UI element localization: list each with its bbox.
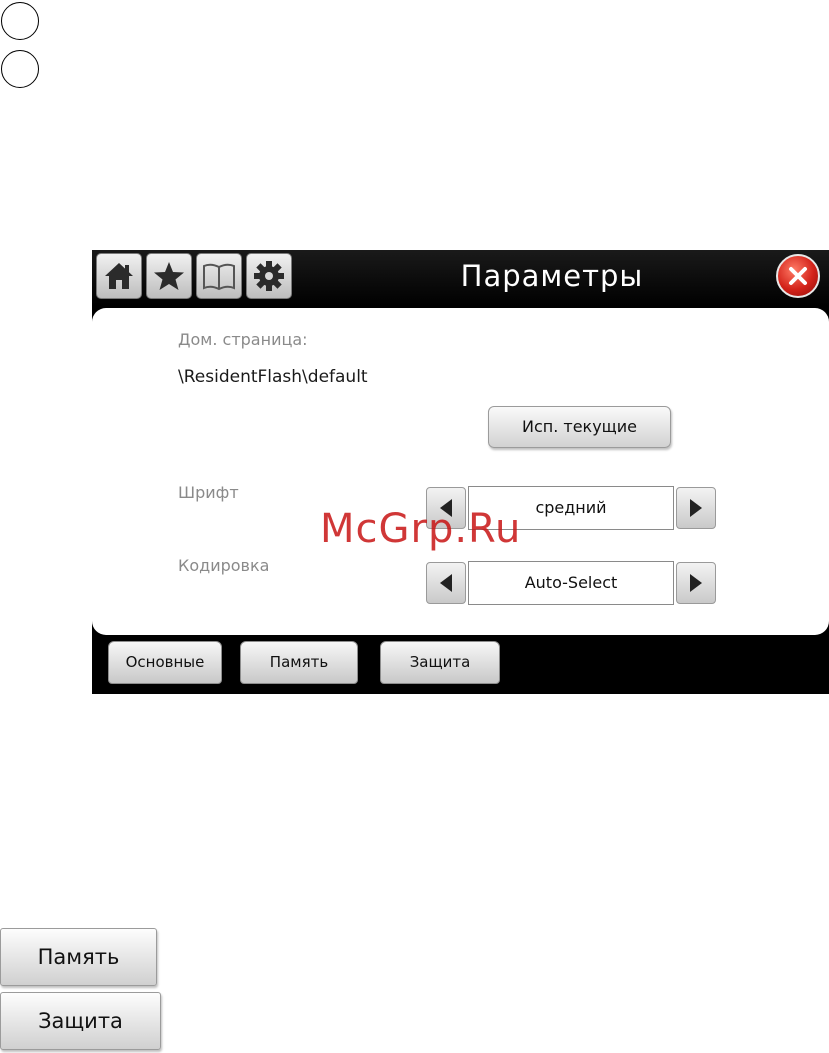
- security-button[interactable]: Защита: [0, 992, 161, 1050]
- gear-icon: [254, 261, 284, 291]
- font-next-button[interactable]: [676, 487, 716, 529]
- settings-window: Параметры Дом. страница: \ResidentFlash\…: [92, 250, 829, 694]
- close-button[interactable]: [776, 254, 820, 298]
- watermark: McGrp.Ru: [320, 506, 522, 552]
- arrow-left-icon: [440, 574, 452, 592]
- encoding-prev-button[interactable]: [426, 562, 466, 604]
- home-page-label: Дом. страница:: [178, 330, 308, 349]
- tab-memory[interactable]: Память: [240, 641, 358, 684]
- use-current-button[interactable]: Исп. текущие: [488, 406, 671, 448]
- encoding-next-button[interactable]: [676, 562, 716, 604]
- arrow-right-icon: [690, 574, 702, 592]
- font-label: Шрифт: [178, 483, 239, 502]
- bookmarks-button[interactable]: [196, 253, 242, 299]
- encoding-value: Auto-Select: [468, 561, 674, 605]
- settings-button[interactable]: [246, 253, 292, 299]
- encoding-label: Кодировка: [178, 556, 270, 575]
- window-title: Параметры: [460, 259, 644, 293]
- close-icon: [789, 267, 807, 285]
- memory-button[interactable]: Память: [0, 928, 157, 986]
- home-icon: [105, 263, 133, 289]
- tab-main[interactable]: Основные: [108, 641, 222, 684]
- home-button[interactable]: [96, 253, 142, 299]
- tab-bar: Основные Память Защита: [92, 635, 829, 694]
- tab-security[interactable]: Защита: [380, 641, 500, 684]
- star-icon: [154, 262, 184, 290]
- home-page-value: \ResidentFlash\default: [178, 367, 368, 387]
- step-marker-circle: [1, 50, 39, 88]
- book-icon: [203, 263, 235, 291]
- favorites-button[interactable]: [146, 253, 192, 299]
- settings-panel: Дом. страница: \ResidentFlash\default Ис…: [92, 308, 829, 635]
- title-bar: Параметры: [92, 250, 829, 306]
- step-marker-circle: [1, 2, 39, 40]
- arrow-right-icon: [690, 499, 702, 517]
